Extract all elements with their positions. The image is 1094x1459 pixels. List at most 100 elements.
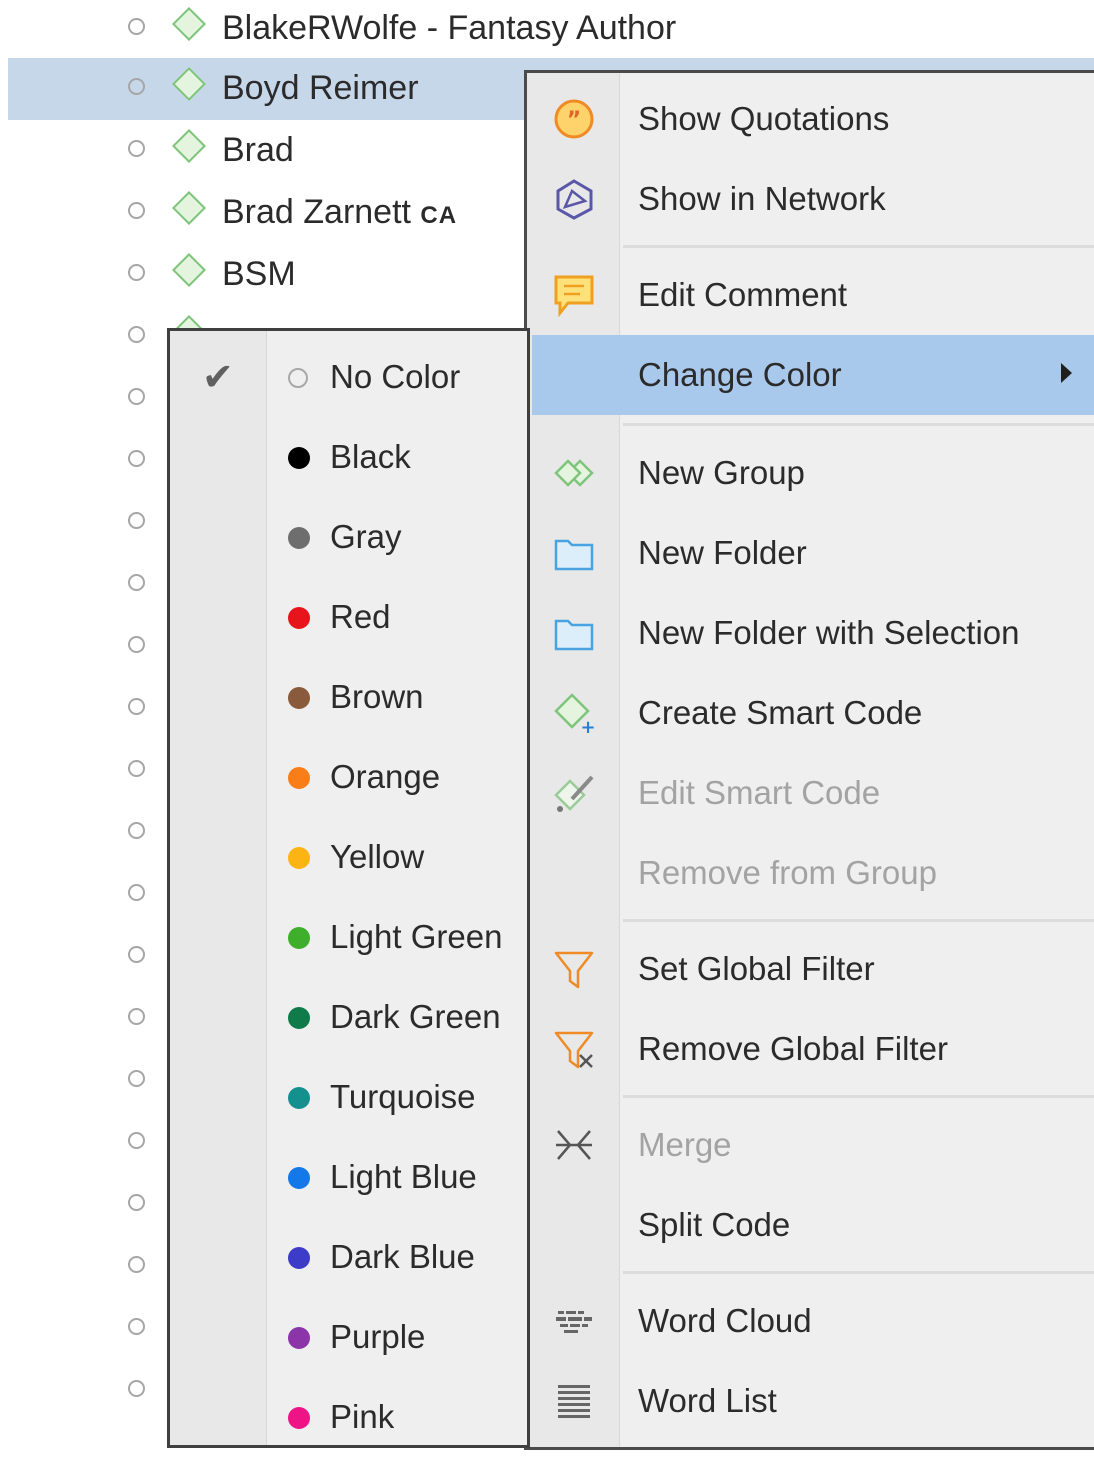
radio-button[interactable] — [128, 18, 145, 35]
radio-button[interactable] — [128, 1380, 145, 1397]
menu-item-split-code[interactable]: Split Code — [532, 1185, 1094, 1265]
radio-button[interactable] — [128, 78, 145, 95]
radio-button[interactable] — [128, 1194, 145, 1211]
color-dot-icon — [288, 1167, 310, 1189]
menu-item-create-smart-code[interactable]: + Create Smart Code — [532, 673, 1094, 753]
menu-item-label: New Group — [638, 454, 805, 491]
filter-remove-icon — [550, 1025, 598, 1073]
radio-button[interactable] — [128, 326, 145, 343]
menu-item-label: Create Smart Code — [638, 694, 923, 731]
comment-icon — [550, 271, 598, 319]
color-item-purple[interactable]: Purple — [170, 1299, 530, 1379]
color-submenu: ✔ No Color Black Gray Red Brown Orange Y… — [167, 328, 530, 1448]
code-name: BlakeRWolfe - Fantasy Author — [222, 9, 677, 47]
menu-item-edit-comment[interactable]: Edit Comment — [532, 255, 1094, 335]
color-dot-icon — [288, 767, 310, 789]
menu-item-new-group[interactable]: New Group — [532, 433, 1094, 513]
menu-item-new-folder[interactable]: New Folder — [532, 513, 1094, 593]
menu-item-word-cloud[interactable]: Word Cloud — [532, 1281, 1094, 1361]
radio-button[interactable] — [128, 140, 145, 157]
radio-button[interactable] — [128, 450, 145, 467]
color-label: Dark Green — [330, 998, 501, 1035]
color-dot-icon — [288, 927, 310, 949]
radio-button[interactable] — [128, 1318, 145, 1335]
color-dot-icon — [288, 1327, 310, 1349]
menu-item-label: Word Cloud — [638, 1302, 812, 1339]
color-dot-icon — [288, 527, 310, 549]
radio-button[interactable] — [128, 884, 145, 901]
radio-button[interactable] — [128, 512, 145, 529]
color-item-no-color[interactable]: ✔ No Color — [170, 339, 530, 419]
menu-item-label: New Folder — [638, 534, 807, 571]
radio-button[interactable] — [128, 264, 145, 281]
color-item-red[interactable]: Red — [170, 579, 530, 659]
radio-button[interactable] — [128, 388, 145, 405]
menu-item-change-color[interactable]: Change Color — [532, 335, 1094, 415]
radio-button[interactable] — [128, 698, 145, 715]
menu-item-merge[interactable]: Merge — [532, 1105, 1094, 1185]
radio-button[interactable] — [128, 1070, 145, 1087]
color-item-turquoise[interactable]: Turquoise — [170, 1059, 530, 1139]
smart-code-add-icon: + — [550, 689, 598, 737]
context-menu: ” Show Quotations Show in Network Edit C… — [524, 70, 1094, 1450]
color-label: Black — [330, 438, 411, 475]
menu-item-label: New Folder with Selection — [638, 614, 1020, 651]
color-label: Brown — [330, 678, 424, 715]
menu-item-show-in-network[interactable]: Show in Network — [532, 159, 1094, 239]
color-label: Light Blue — [330, 1158, 477, 1195]
color-item-pink[interactable]: Pink — [170, 1379, 530, 1459]
svg-text:+: + — [580, 717, 595, 735]
menu-item-remove-from-group[interactable]: Remove from Group — [532, 833, 1094, 913]
color-dot-icon — [288, 447, 310, 469]
menu-item-label: Merge — [638, 1126, 732, 1163]
code-diamond-icon — [172, 67, 206, 101]
code-name-suffix: CA — [420, 202, 458, 229]
quotation-icon: ” — [550, 95, 598, 143]
code-row[interactable]: BlakeRWolfe - Fantasy Author — [8, 0, 1094, 60]
color-item-orange[interactable]: Orange — [170, 739, 530, 819]
group-icon — [550, 449, 598, 497]
menu-item-label: Show Quotations — [638, 100, 890, 137]
code-name: Brad — [222, 131, 294, 169]
radio-button[interactable] — [128, 636, 145, 653]
color-label: No Color — [330, 358, 461, 395]
menu-separator — [623, 919, 1094, 922]
radio-button[interactable] — [128, 1132, 145, 1149]
color-item-dark-green[interactable]: Dark Green — [170, 979, 530, 1059]
code-diamond-icon — [172, 191, 206, 225]
word-cloud-icon — [550, 1297, 598, 1345]
color-label: Light Green — [330, 918, 503, 955]
menu-item-label: Change Color — [638, 356, 842, 393]
radio-button[interactable] — [128, 822, 145, 839]
menu-item-show-quotations[interactable]: ” Show Quotations — [532, 79, 1094, 159]
color-item-light-green[interactable]: Light Green — [170, 899, 530, 979]
radio-button[interactable] — [128, 946, 145, 963]
color-dot-icon — [288, 847, 310, 869]
color-item-black[interactable]: Black — [170, 419, 530, 499]
code-name-text: Brad Zarnett — [222, 193, 421, 231]
radio-button[interactable] — [128, 760, 145, 777]
color-label: Pink — [330, 1398, 395, 1435]
menu-item-new-folder-with-selection[interactable]: New Folder with Selection — [532, 593, 1094, 673]
word-list-icon — [550, 1377, 598, 1425]
menu-item-set-global-filter[interactable]: Set Global Filter — [532, 929, 1094, 1009]
code-name: Brad Zarnett CA — [222, 192, 457, 236]
menu-item-word-list[interactable]: Word List — [532, 1361, 1094, 1441]
color-dot-icon — [288, 1087, 310, 1109]
color-item-gray[interactable]: Gray — [170, 499, 530, 579]
empty-color-dot-icon — [288, 368, 308, 388]
color-item-brown[interactable]: Brown — [170, 659, 530, 739]
merge-icon — [550, 1121, 598, 1169]
radio-button[interactable] — [128, 1256, 145, 1273]
color-item-dark-blue[interactable]: Dark Blue — [170, 1219, 530, 1299]
network-icon — [550, 175, 598, 223]
radio-button[interactable] — [128, 1008, 145, 1025]
color-item-light-blue[interactable]: Light Blue — [170, 1139, 530, 1219]
menu-item-remove-global-filter[interactable]: Remove Global Filter — [532, 1009, 1094, 1089]
radio-button[interactable] — [128, 202, 145, 219]
menu-item-edit-smart-code[interactable]: Edit Smart Code — [532, 753, 1094, 833]
menu-separator — [623, 423, 1094, 426]
color-item-yellow[interactable]: Yellow — [170, 819, 530, 899]
color-label: Dark Blue — [330, 1238, 475, 1275]
radio-button[interactable] — [128, 574, 145, 591]
